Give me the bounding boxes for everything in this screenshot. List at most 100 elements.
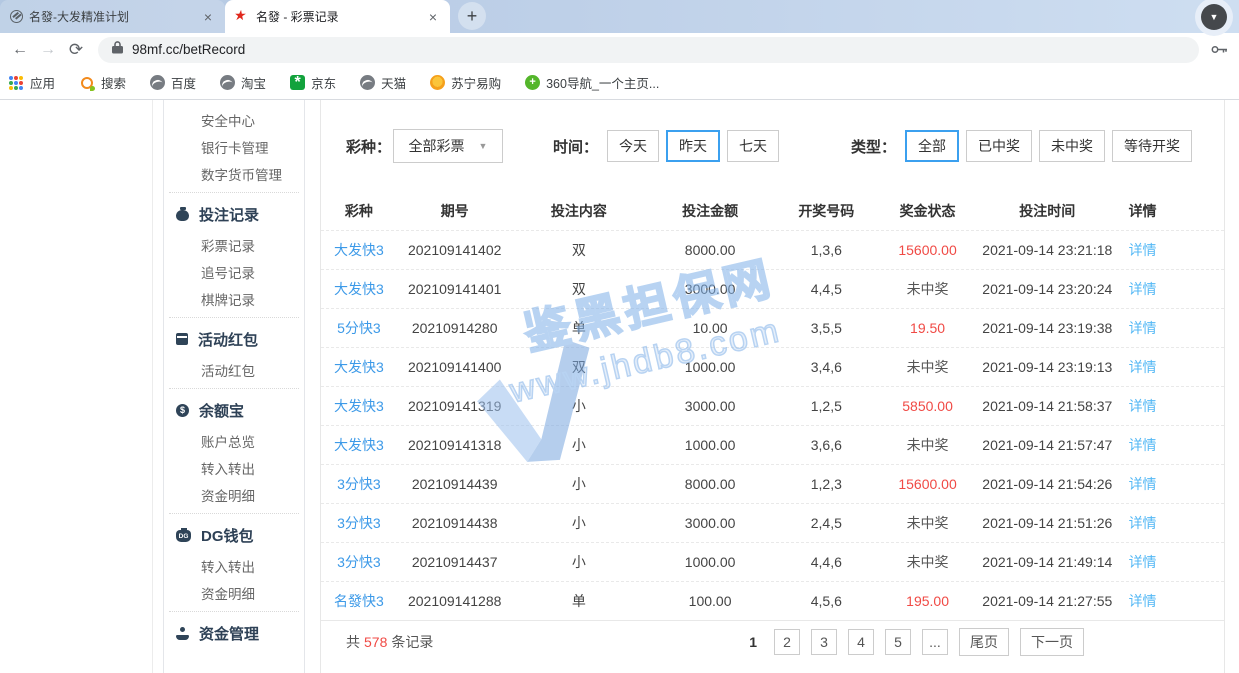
detail-link[interactable]: 详情 <box>1117 318 1168 338</box>
sidebar-entry[interactable] <box>169 388 299 389</box>
draw-numbers: 4,5,6 <box>775 593 878 609</box>
sidebar-entry[interactable]: 安全中心 <box>164 106 304 133</box>
pagination-button[interactable]: 2 <box>774 629 800 655</box>
bookmark-item[interactable]: 天猫 <box>360 73 406 92</box>
sidebar-entry[interactable]: 资金明细 <box>164 481 304 508</box>
detail-link[interactable]: 详情 <box>1117 474 1168 494</box>
lottery-name-link[interactable]: 大发快3 <box>321 279 397 299</box>
sidebar-entry[interactable]: 投注记录 <box>164 198 304 230</box>
time-filter-button[interactable]: 昨天 <box>666 130 720 162</box>
sidebar-entry[interactable] <box>169 192 299 193</box>
close-icon[interactable] <box>199 8 217 26</box>
sidebar-entry[interactable] <box>169 317 299 318</box>
table-body: 大发快3 202109141402 双 8000.00 1,3,6 15600.… <box>321 230 1224 620</box>
main-panel: 彩种： 全部彩票 时间： 今天昨天七天 类型： 全部已中奖未中奖等待开奖 彩种期… <box>320 100 1225 673</box>
lock-icon <box>112 40 123 59</box>
type-filter-button[interactable]: 全部 <box>905 130 959 162</box>
sidebar-entry[interactable]: 转入转出 <box>164 454 304 481</box>
browser-tab[interactable]: 名發-大发精准计划 <box>0 0 225 33</box>
sidebar-entry[interactable]: 数字货币管理 <box>164 160 304 187</box>
reload-button[interactable] <box>62 40 90 60</box>
lottery-name-link[interactable]: 5分快3 <box>321 318 397 338</box>
draw-numbers: 1,3,6 <box>775 242 878 258</box>
pagination-button[interactable]: 1 <box>743 633 763 651</box>
bet-time: 2021-09-14 21:51:26 <box>977 515 1117 531</box>
time-filter-button[interactable]: 七天 <box>727 130 779 162</box>
sidebar-entry[interactable]: 彩票记录 <box>164 231 304 258</box>
detail-link[interactable]: 详情 <box>1117 552 1168 572</box>
bet-content: 小 <box>513 474 646 494</box>
sidebar-entry[interactable]: DG钱包 <box>164 519 304 551</box>
sidebar-entry[interactable]: 棋牌记录 <box>164 285 304 312</box>
pagination-button[interactable]: 5 <box>885 629 911 655</box>
table-row: 大发快3 202109141401 双 3000.00 4,4,5 未中奖 20… <box>321 269 1224 308</box>
pagination-button[interactable]: ... <box>922 629 948 655</box>
bet-amount: 3000.00 <box>645 515 775 531</box>
detail-link[interactable]: 详情 <box>1117 591 1168 611</box>
time-filter-button[interactable]: 今天 <box>607 130 659 162</box>
type-filter-button[interactable]: 已中奖 <box>966 130 1032 162</box>
lottery-select[interactable]: 全部彩票 <box>393 129 503 163</box>
lottery-name-link[interactable]: 3分快3 <box>321 513 397 533</box>
prize-status: 未中奖 <box>878 552 978 572</box>
sidebar-entry[interactable]: 资金明细 <box>164 579 304 606</box>
bookmark-item[interactable]: 京东 <box>290 73 336 92</box>
detail-link[interactable]: 详情 <box>1117 279 1168 299</box>
bookmark-item[interactable]: 应用 <box>8 73 55 92</box>
key-icon[interactable] <box>1209 44 1229 55</box>
bet-amount: 1000.00 <box>645 359 775 375</box>
sidebar-entry[interactable]: 活动红包 <box>164 323 304 355</box>
url-text[interactable]: 98mf.cc/betRecord <box>132 42 245 57</box>
sidebar-entry[interactable]: 活动红包 <box>164 356 304 383</box>
sidebar-entry[interactable]: 余额宝 <box>164 394 304 426</box>
total-count: 578 <box>364 634 387 650</box>
media-controls-button[interactable] <box>1195 0 1233 36</box>
lottery-name-link[interactable]: 大发快3 <box>321 435 397 455</box>
sidebar-entry[interactable]: 账户总览 <box>164 427 304 454</box>
forward-button[interactable] <box>34 41 62 59</box>
lottery-name-link[interactable]: 大发快3 <box>321 240 397 260</box>
sidebar-entry-label: 资金明细 <box>201 583 255 603</box>
bet-amount: 8000.00 <box>645 476 775 492</box>
detail-link[interactable]: 详情 <box>1117 435 1168 455</box>
pagination-button[interactable]: 3 <box>811 629 837 655</box>
table-row: 3分快3 20210914438 小 3000.00 2,4,5 未中奖 202… <box>321 503 1224 542</box>
bet-time: 2021-09-14 23:21:18 <box>977 242 1117 258</box>
sidebar-entry[interactable] <box>169 513 299 514</box>
lottery-name-link[interactable]: 3分快3 <box>321 474 397 494</box>
detail-link[interactable]: 详情 <box>1117 240 1168 260</box>
bookmark-item[interactable]: 搜索 <box>79 73 126 92</box>
browser-tab[interactable]: 名發 - 彩票记录 <box>225 0 450 33</box>
pagination-button[interactable]: 4 <box>848 629 874 655</box>
lottery-name-link[interactable]: 名發快3 <box>321 591 397 611</box>
address-bar[interactable]: 98mf.cc/betRecord <box>98 37 1199 63</box>
detail-link[interactable]: 详情 <box>1117 396 1168 416</box>
sidebar-entry-label: 转入转出 <box>201 556 255 576</box>
lottery-name-link[interactable]: 大发快3 <box>321 357 397 377</box>
tab-favicon-icon <box>10 10 23 23</box>
detail-link[interactable]: 详情 <box>1117 513 1168 533</box>
bet-time: 2021-09-14 23:20:24 <box>977 281 1117 297</box>
sidebar-entry[interactable]: 资金管理 <box>164 617 304 649</box>
lottery-name-link[interactable]: 大发快3 <box>321 396 397 416</box>
sidebar-entry[interactable]: 追号记录 <box>164 258 304 285</box>
pagination-button[interactable]: 尾页 <box>959 628 1009 656</box>
type-filter-button[interactable]: 未中奖 <box>1039 130 1105 162</box>
detail-link[interactable]: 详情 <box>1117 357 1168 377</box>
sidebar-entry-label: 余额宝 <box>199 400 244 421</box>
bookmark-item[interactable]: 苏宁易购 <box>430 73 501 92</box>
bookmark-item[interactable]: 淘宝 <box>220 73 266 92</box>
back-button[interactable] <box>6 41 34 59</box>
sidebar-entry[interactable]: 转入转出 <box>164 552 304 579</box>
pagination-button[interactable]: 下一页 <box>1020 628 1084 656</box>
lottery-filter-label: 彩种： <box>346 136 391 157</box>
sidebar-entry[interactable] <box>169 611 299 612</box>
new-tab-button[interactable]: + <box>458 2 486 30</box>
issue-number: 202109141400 <box>397 359 513 375</box>
lottery-name-link[interactable]: 3分快3 <box>321 552 397 572</box>
bookmark-item[interactable]: 360导航_一个主页... <box>525 73 659 92</box>
close-icon[interactable] <box>424 8 442 26</box>
type-filter-button[interactable]: 等待开奖 <box>1112 130 1192 162</box>
bookmark-item[interactable]: 百度 <box>150 73 196 92</box>
sidebar-entry[interactable]: 银行卡管理 <box>164 133 304 160</box>
